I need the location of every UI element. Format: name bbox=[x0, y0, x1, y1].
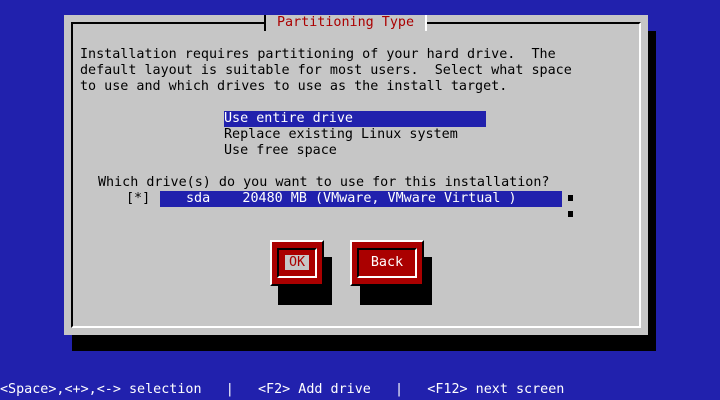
intro-line-1: Installation requires partitioning of yo… bbox=[80, 47, 556, 62]
status-bar: <Space>,<+>,<-> selection | <F2> Add dri… bbox=[0, 382, 565, 397]
ok-button-face: OK bbox=[277, 248, 317, 278]
intro-line-2: default layout is suitable for most user… bbox=[80, 63, 572, 78]
partitioning-dialog: Partitioning Type Installation requires … bbox=[64, 15, 648, 335]
drive-item-sda[interactable]: sda 20480 MB (VMware, VMware Virtual ) bbox=[160, 191, 562, 207]
option-use-entire-drive[interactable]: Use entire drive bbox=[224, 111, 486, 127]
back-button-face: Back bbox=[357, 248, 417, 278]
drive-list-scrollbar-bottom[interactable] bbox=[568, 211, 573, 217]
back-button[interactable]: Back bbox=[350, 240, 424, 286]
option-replace-linux[interactable]: Replace existing Linux system bbox=[224, 127, 486, 143]
drive-list-scrollbar-top[interactable] bbox=[568, 195, 573, 201]
option-use-free-space[interactable]: Use free space bbox=[224, 143, 486, 159]
ok-button[interactable]: OK bbox=[270, 240, 324, 286]
dialog-shadow-right bbox=[648, 31, 656, 351]
drive-checkbox[interactable]: [*] bbox=[126, 191, 150, 207]
dialog-shadow-bottom bbox=[72, 335, 656, 351]
intro-line-3: to use and which drives to use as the in… bbox=[80, 79, 508, 94]
back-button-label: Back bbox=[370, 255, 404, 270]
dialog-title: Partitioning Type bbox=[264, 15, 428, 31]
drive-question: Which drive(s) do you want to use for th… bbox=[98, 175, 550, 190]
ok-button-label: OK bbox=[284, 255, 310, 270]
